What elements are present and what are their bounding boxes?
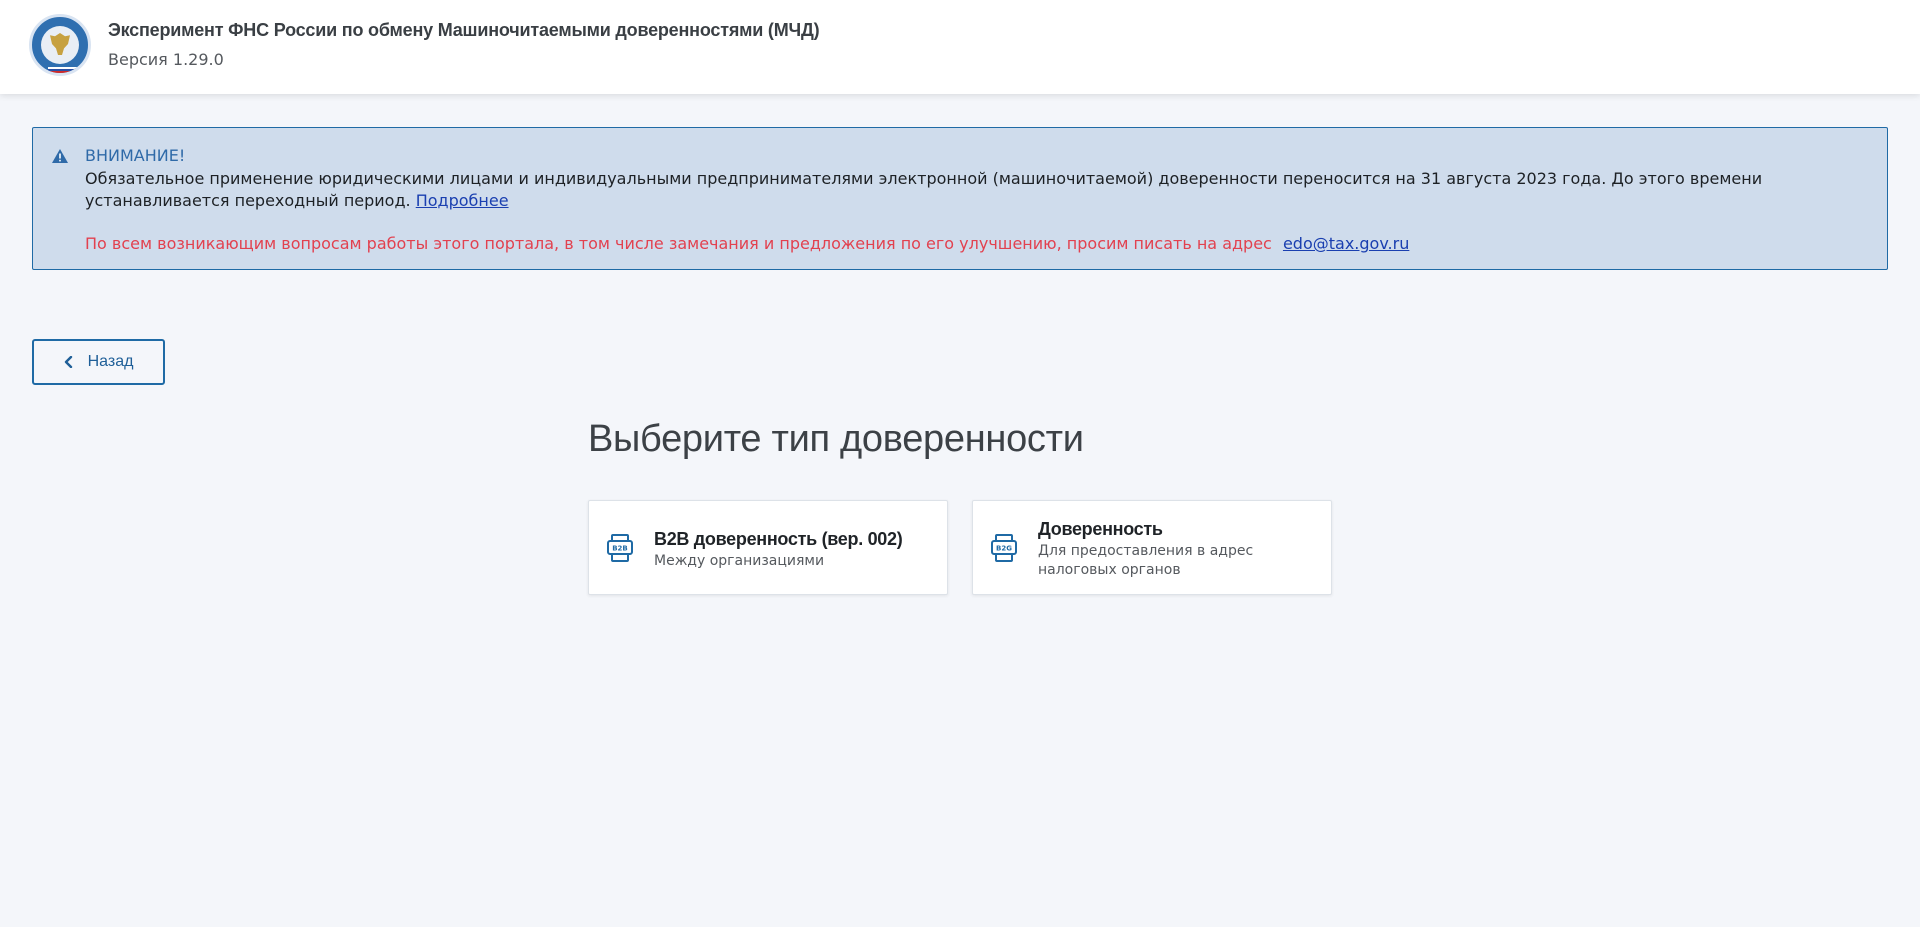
page-title: Выберите тип доверенности — [588, 418, 1084, 460]
card-subtitle: Для предоставления в адрес налоговых орг… — [1038, 543, 1254, 578]
warning-icon — [52, 149, 68, 163]
alert-message: Обязательное применение юридическими лиц… — [85, 169, 1763, 210]
alert-text: Обязательное применение юридическими лиц… — [85, 168, 1875, 212]
back-button[interactable]: Назад — [32, 339, 165, 385]
card-title: B2B доверенность (вер. 002) — [654, 529, 903, 549]
app-title: Эксперимент ФНС России по обмену Машиноч… — [108, 20, 820, 40]
alert-contact: По всем возникающим вопросам работы этог… — [85, 234, 1409, 253]
card-icon-text: B2B — [612, 545, 628, 553]
app-version: Версия 1.29.0 — [108, 50, 224, 69]
more-info-link[interactable]: Подробнее — [416, 191, 509, 210]
card-b2b-proxy[interactable]: B2B B2B доверенность (вер. 002) Между ор… — [588, 500, 948, 595]
chevron-left-icon — [64, 356, 72, 368]
card-title: Доверенность — [1038, 519, 1163, 539]
warning-alert: ВНИМАНИЕ! Обязательное применение юридич… — [32, 127, 1888, 270]
card-subtitle: Между организациями — [654, 553, 825, 569]
contact-message: По всем возникающим вопросам работы этог… — [85, 234, 1272, 253]
app-header: Эксперимент ФНС России по обмену Машиноч… — [0, 0, 1920, 94]
fns-emblem-icon[interactable] — [29, 14, 91, 76]
b2b-printer-icon: B2B — [607, 534, 633, 562]
card-tax-proxy[interactable]: B2G Доверенность Для предоставления в ад… — [972, 500, 1332, 595]
back-button-label: Назад — [87, 353, 134, 370]
flag-ribbon — [48, 67, 78, 73]
contact-email-link[interactable]: edo@tax.gov.ru — [1283, 234, 1409, 253]
b2g-printer-icon: B2G — [991, 534, 1017, 562]
alert-heading: ВНИМАНИЕ! — [85, 146, 186, 165]
card-icon-text: B2G — [996, 545, 1012, 553]
